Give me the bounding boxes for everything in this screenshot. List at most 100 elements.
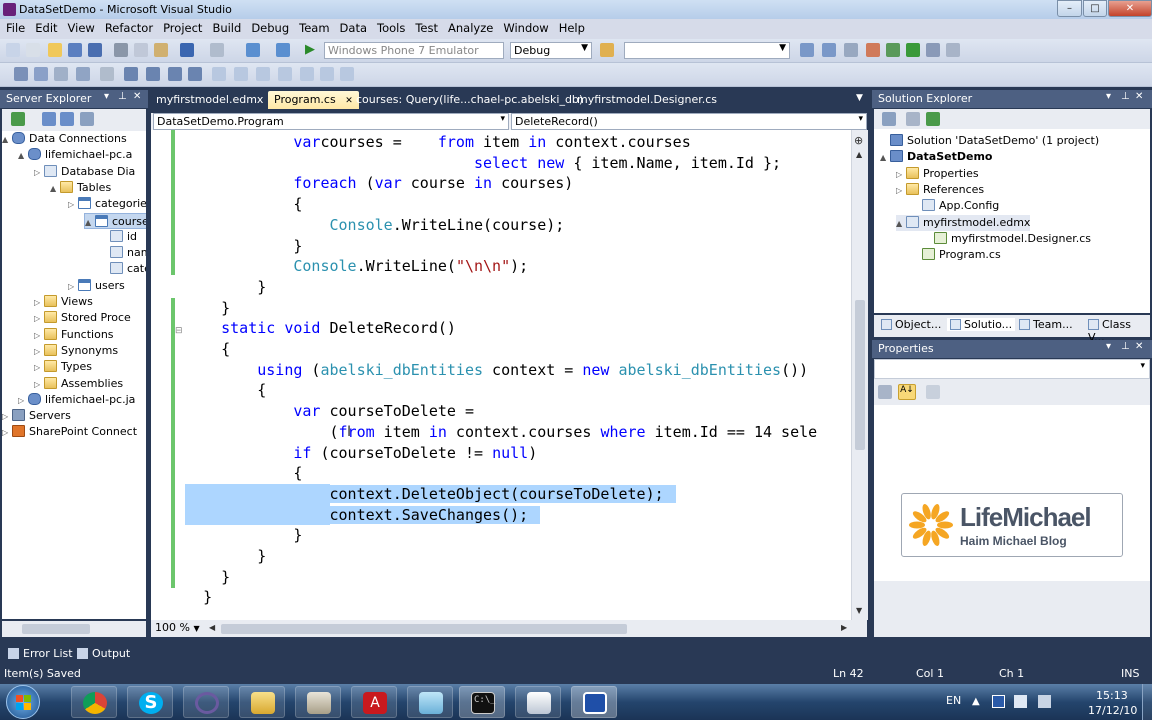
menu-item-window[interactable]: Window [497,19,552,35]
redo-icon[interactable] [210,43,224,57]
node-program-cs[interactable]: Program.cs [912,247,1001,263]
property-pages-icon[interactable] [926,385,940,399]
menu-item-tools[interactable]: Tools [371,19,409,35]
node-data-connections[interactable]: ▲ Data Connections [2,131,127,147]
tab-myfirstmodel-designer[interactable]: myfirstmodel.Designer.cs [571,91,723,109]
node-app-config[interactable]: App.Config [912,198,999,214]
node-users[interactable]: ▷ users [68,278,125,294]
node-col-category[interactable]: categ [100,261,146,277]
tray-app-icon[interactable] [992,695,1005,708]
node-categories[interactable]: ▷ categorie [68,196,146,212]
node-synonyms[interactable]: ▷ Synonyms [34,343,118,359]
refresh-icon[interactable] [926,112,940,126]
node-stored-procedures[interactable]: ▷ Stored Proce [34,310,131,326]
expander-icon[interactable]: ▷ [34,295,44,311]
parameter-info-icon[interactable] [34,67,48,81]
minimize-button[interactable]: – [1057,0,1082,17]
navigate-forward-icon[interactable] [276,43,290,57]
next-bookmark-in-folder-icon[interactable] [300,67,314,81]
navigate-back-icon[interactable] [246,43,260,57]
node-myfirstmodel-designer[interactable]: myfirstmodel.Designer.cs [924,231,1091,247]
properties-object-select[interactable]: ▾ [874,359,1150,379]
app-taskbar-button[interactable] [295,686,341,718]
expander-icon[interactable]: ▷ [896,183,906,199]
clock-time[interactable]: 15:13 [1096,689,1128,702]
previous-bookmark-in-document-icon[interactable] [320,67,334,81]
expander-icon[interactable]: ▷ [68,279,78,295]
node-servers[interactable]: ▷ Servers [2,408,71,424]
scroll-up-icon[interactable]: ▲ [856,150,862,159]
node-database-diagrams[interactable]: ▷ Database Dia [34,164,135,180]
connect-to-server-icon[interactable] [60,112,74,126]
find-combo[interactable]: ▼ [624,42,790,59]
save-icon[interactable] [68,43,82,57]
quick-info-icon[interactable] [54,67,68,81]
code-editor[interactable]: ⊟ varcourses = from item in context.cour… [151,130,851,620]
editor-hscroll[interactable]: 100 % ▼ ◀ ▶ [151,620,867,637]
close-icon[interactable]: ✕ [1135,341,1143,352]
expander-icon[interactable]: ▲ [2,132,12,148]
node-lifemichael-pc-ja[interactable]: ▷ lifemichael-pc.ja [18,392,135,408]
editor-vscroll[interactable]: ⊕ ▲ ▼ [851,130,868,620]
expander-icon[interactable]: ▲ [85,215,95,231]
tab-object[interactable]: Object... [878,318,944,331]
member-select[interactable]: DeleteRecord() ▾ [511,113,867,130]
properties-window-icon[interactable] [822,43,836,57]
expander-icon[interactable]: ▷ [34,344,44,360]
tab-output[interactable]: Output [77,647,130,660]
toggle-bookmark-icon[interactable] [212,67,226,81]
increase-indent-icon[interactable] [124,67,138,81]
node-col-id[interactable]: id [100,229,137,245]
next-bookmark-icon[interactable] [256,67,270,81]
clear-bookmarks-icon[interactable] [340,67,354,81]
recorder-taskbar-button[interactable] [571,686,617,718]
scroll-thumb[interactable] [855,300,865,450]
menu-item-project[interactable]: Project [157,19,206,35]
copy-icon[interactable] [134,43,148,57]
object-browser-icon[interactable] [844,43,858,57]
language-indicator[interactable]: EN [946,694,961,707]
menu-item-test[interactable]: Test [409,19,442,35]
extension-manager-icon[interactable] [906,43,920,57]
properties-icon[interactable] [882,112,896,126]
show-all-files-icon[interactable] [906,112,920,126]
expander-icon[interactable]: ▷ [34,328,44,344]
editor-taskbar-button[interactable] [515,686,561,718]
node-references[interactable]: ▷ References [896,182,984,198]
menu-item-build[interactable]: Build [206,19,245,35]
node-types[interactable]: ▷ Types [34,359,92,375]
dropdown-icon[interactable]: ▾ [1106,341,1111,352]
scroll-down-icon[interactable]: ▼ [856,606,862,615]
expander-icon[interactable]: ▷ [68,197,78,213]
tab-error-list[interactable]: Error List [8,647,73,660]
node-properties[interactable]: ▷ Properties [896,166,979,182]
scroll-thumb[interactable] [221,624,627,634]
uncomment-lines-icon[interactable] [188,67,202,81]
tab-overflow-icon[interactable]: ▼ [850,91,869,109]
tab-solutio[interactable]: Solutio... [947,318,1016,331]
expander-icon[interactable]: ▷ [34,360,44,376]
node-sharepoint-connections[interactable]: ▷ SharePoint Connect [2,424,137,440]
expander-icon[interactable]: ▷ [896,167,906,183]
command-window-icon[interactable] [926,43,940,57]
expander-icon[interactable]: ▲ [50,181,60,197]
cmd-taskbar-button[interactable]: C:\_ [459,686,505,718]
scroll-thumb[interactable] [22,624,90,634]
new-project-icon[interactable] [6,43,20,57]
tab-courses-query[interactable]: courses: Query(life...chael-pc.abelski_d… [350,91,589,109]
outdent-icon[interactable] [146,67,160,81]
expander-icon[interactable]: ▲ [896,216,906,232]
clock-date[interactable]: 17/12/10 [1088,704,1137,717]
refresh-icon[interactable] [11,112,25,126]
tab-program-cs[interactable]: Program.cs ✕ [268,91,359,109]
output-window-icon[interactable] [946,43,960,57]
maximize-button[interactable]: □ [1083,0,1107,17]
node-myfirstmodel-edmx[interactable]: ▲ myfirstmodel.edmx [896,214,1031,232]
close-icon[interactable]: ✕ [133,91,141,102]
pdf-taskbar-button[interactable]: A [351,686,397,718]
show-hidden-icons-icon[interactable]: ▲ [972,696,980,707]
node-assemblies[interactable]: ▷ Assemblies [34,376,123,392]
save-all-icon[interactable] [88,43,102,57]
connect-to-sharepoint-icon[interactable] [80,112,94,126]
expander-icon[interactable]: ▷ [2,409,12,425]
